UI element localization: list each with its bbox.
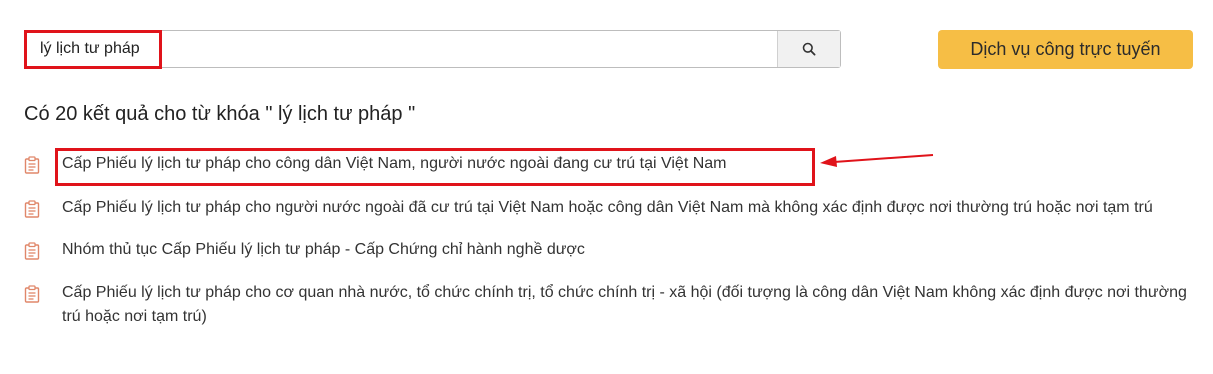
results-heading: Có 20 kết quả cho từ khóa " lý lịch tư p… xyxy=(24,103,416,125)
result-item: Nhóm thủ tục Cấp Phiếu lý lịch tư pháp -… xyxy=(24,238,1194,262)
document-icon xyxy=(24,200,40,218)
document-icon xyxy=(24,285,40,303)
search-input[interactable] xyxy=(25,31,777,67)
online-service-button[interactable]: Dịch vụ công trực tuyến xyxy=(938,30,1193,69)
search-button[interactable] xyxy=(777,31,840,67)
result-link[interactable]: Nhóm thủ tục Cấp Phiếu lý lịch tư pháp -… xyxy=(62,241,585,258)
annotation-arrow xyxy=(820,154,934,167)
document-icon xyxy=(24,156,40,174)
result-link[interactable]: Cấp Phiếu lý lịch tư pháp cho công dân V… xyxy=(62,155,726,172)
result-link[interactable]: Cấp Phiếu lý lịch tư pháp cho cơ quan nh… xyxy=(62,284,1187,325)
search-box xyxy=(24,30,841,68)
result-item: Cấp Phiếu lý lịch tư pháp cho cơ quan nh… xyxy=(24,281,1194,329)
result-item: Cấp Phiếu lý lịch tư pháp cho công dân V… xyxy=(24,152,1194,176)
search-icon xyxy=(802,42,816,56)
document-icon xyxy=(24,242,40,260)
result-link[interactable]: Cấp Phiếu lý lịch tư pháp cho người nước… xyxy=(62,199,1153,216)
result-item: Cấp Phiếu lý lịch tư pháp cho người nước… xyxy=(24,196,1194,220)
result-list: Cấp Phiếu lý lịch tư pháp cho công dân V… xyxy=(24,152,1194,329)
